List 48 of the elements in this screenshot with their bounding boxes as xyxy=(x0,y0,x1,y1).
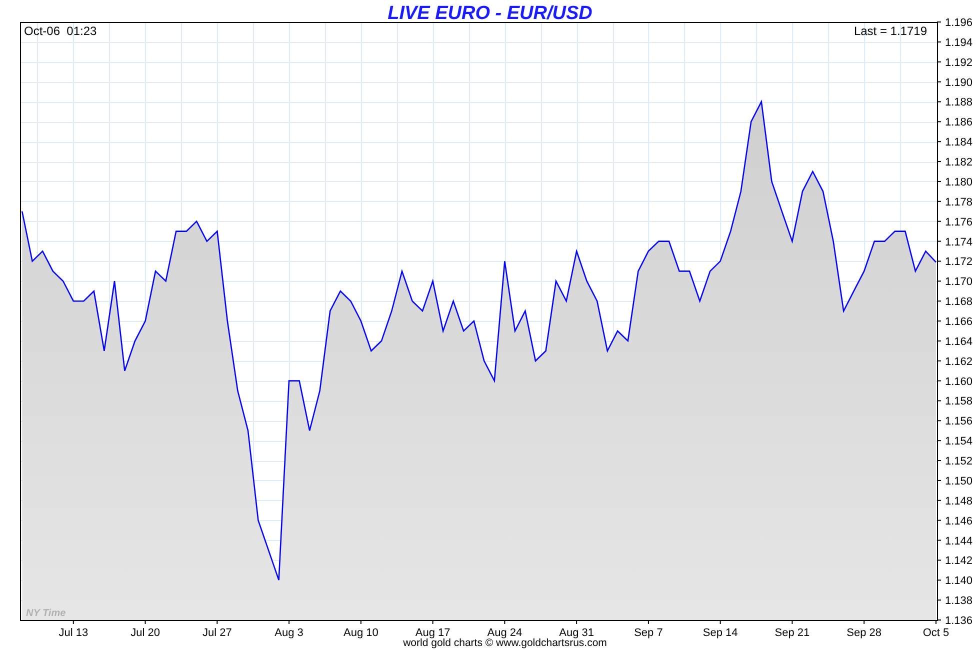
y-axis-label: 1.164 xyxy=(945,336,973,348)
x-axis-label: Sep 14 xyxy=(702,627,738,639)
footer-credit: world gold charts © www.goldchartsrus.com xyxy=(403,637,607,649)
x-axis-label: Aug 10 xyxy=(343,627,378,639)
y-axis-label: 1.140 xyxy=(945,575,973,588)
y-axis-label: 1.154 xyxy=(945,436,973,448)
x-axis-label: Aug 31 xyxy=(559,627,594,639)
y-axis-label: 1.178 xyxy=(945,196,973,208)
x-axis-label: Aug 3 xyxy=(274,627,304,639)
y-axis-label: 1.156 xyxy=(945,416,973,428)
y-axis-label: 1.188 xyxy=(945,96,973,109)
y-axis-label: 1.186 xyxy=(945,116,973,129)
y-axis-label: 1.196 xyxy=(945,17,973,29)
y-axis-label: 1.194 xyxy=(945,36,973,49)
y-axis-label: 1.162 xyxy=(945,356,973,368)
y-axis-label: 1.136 xyxy=(945,615,973,627)
x-axis-label: Jul 13 xyxy=(58,627,88,639)
y-axis-label: 1.150 xyxy=(945,475,973,488)
x-axis-label: Jul 20 xyxy=(130,627,160,639)
x-axis-label: Oct 5 xyxy=(922,627,950,639)
x-axis-label: Aug 24 xyxy=(487,627,522,639)
y-axis-label: 1.174 xyxy=(945,236,973,248)
y-axis-label: 1.168 xyxy=(945,296,973,308)
y-axis-label: 1.144 xyxy=(945,535,973,548)
y-axis-label: 1.166 xyxy=(945,316,973,328)
y-axis-label: 1.148 xyxy=(945,495,973,508)
x-axis-label: Aug 17 xyxy=(415,627,450,639)
y-axis-label: 1.158 xyxy=(945,396,973,408)
chart-title: LIVE EURO - EUR/USD xyxy=(388,3,592,24)
y-axis-label: 1.152 xyxy=(945,456,973,468)
y-axis-label: 1.142 xyxy=(945,555,973,568)
last-price: Last = 1.1719 xyxy=(854,24,927,38)
x-axis-label: Sep 7 xyxy=(634,627,663,639)
y-axis-label: 1.180 xyxy=(945,176,973,188)
y-axis-label: 1.176 xyxy=(945,216,973,228)
y-axis-label: 1.184 xyxy=(945,136,973,149)
y-axis-label: 1.190 xyxy=(945,76,973,89)
x-axis-label: Jul 27 xyxy=(202,627,232,639)
x-axis-label: Sep 28 xyxy=(846,627,882,639)
y-axis-label: 1.138 xyxy=(945,595,973,608)
y-axis-label: 1.172 xyxy=(945,256,973,268)
y-axis-label: 1.160 xyxy=(945,376,973,388)
y-axis-label: 1.146 xyxy=(945,515,973,528)
x-axis-label: Sep 21 xyxy=(774,627,810,639)
y-axis-label: 1.192 xyxy=(945,56,973,69)
timestamp: Oct-06 01:23 xyxy=(24,24,97,38)
y-axis-label: 1.182 xyxy=(945,156,973,169)
y-axis-label: 1.170 xyxy=(945,276,973,288)
